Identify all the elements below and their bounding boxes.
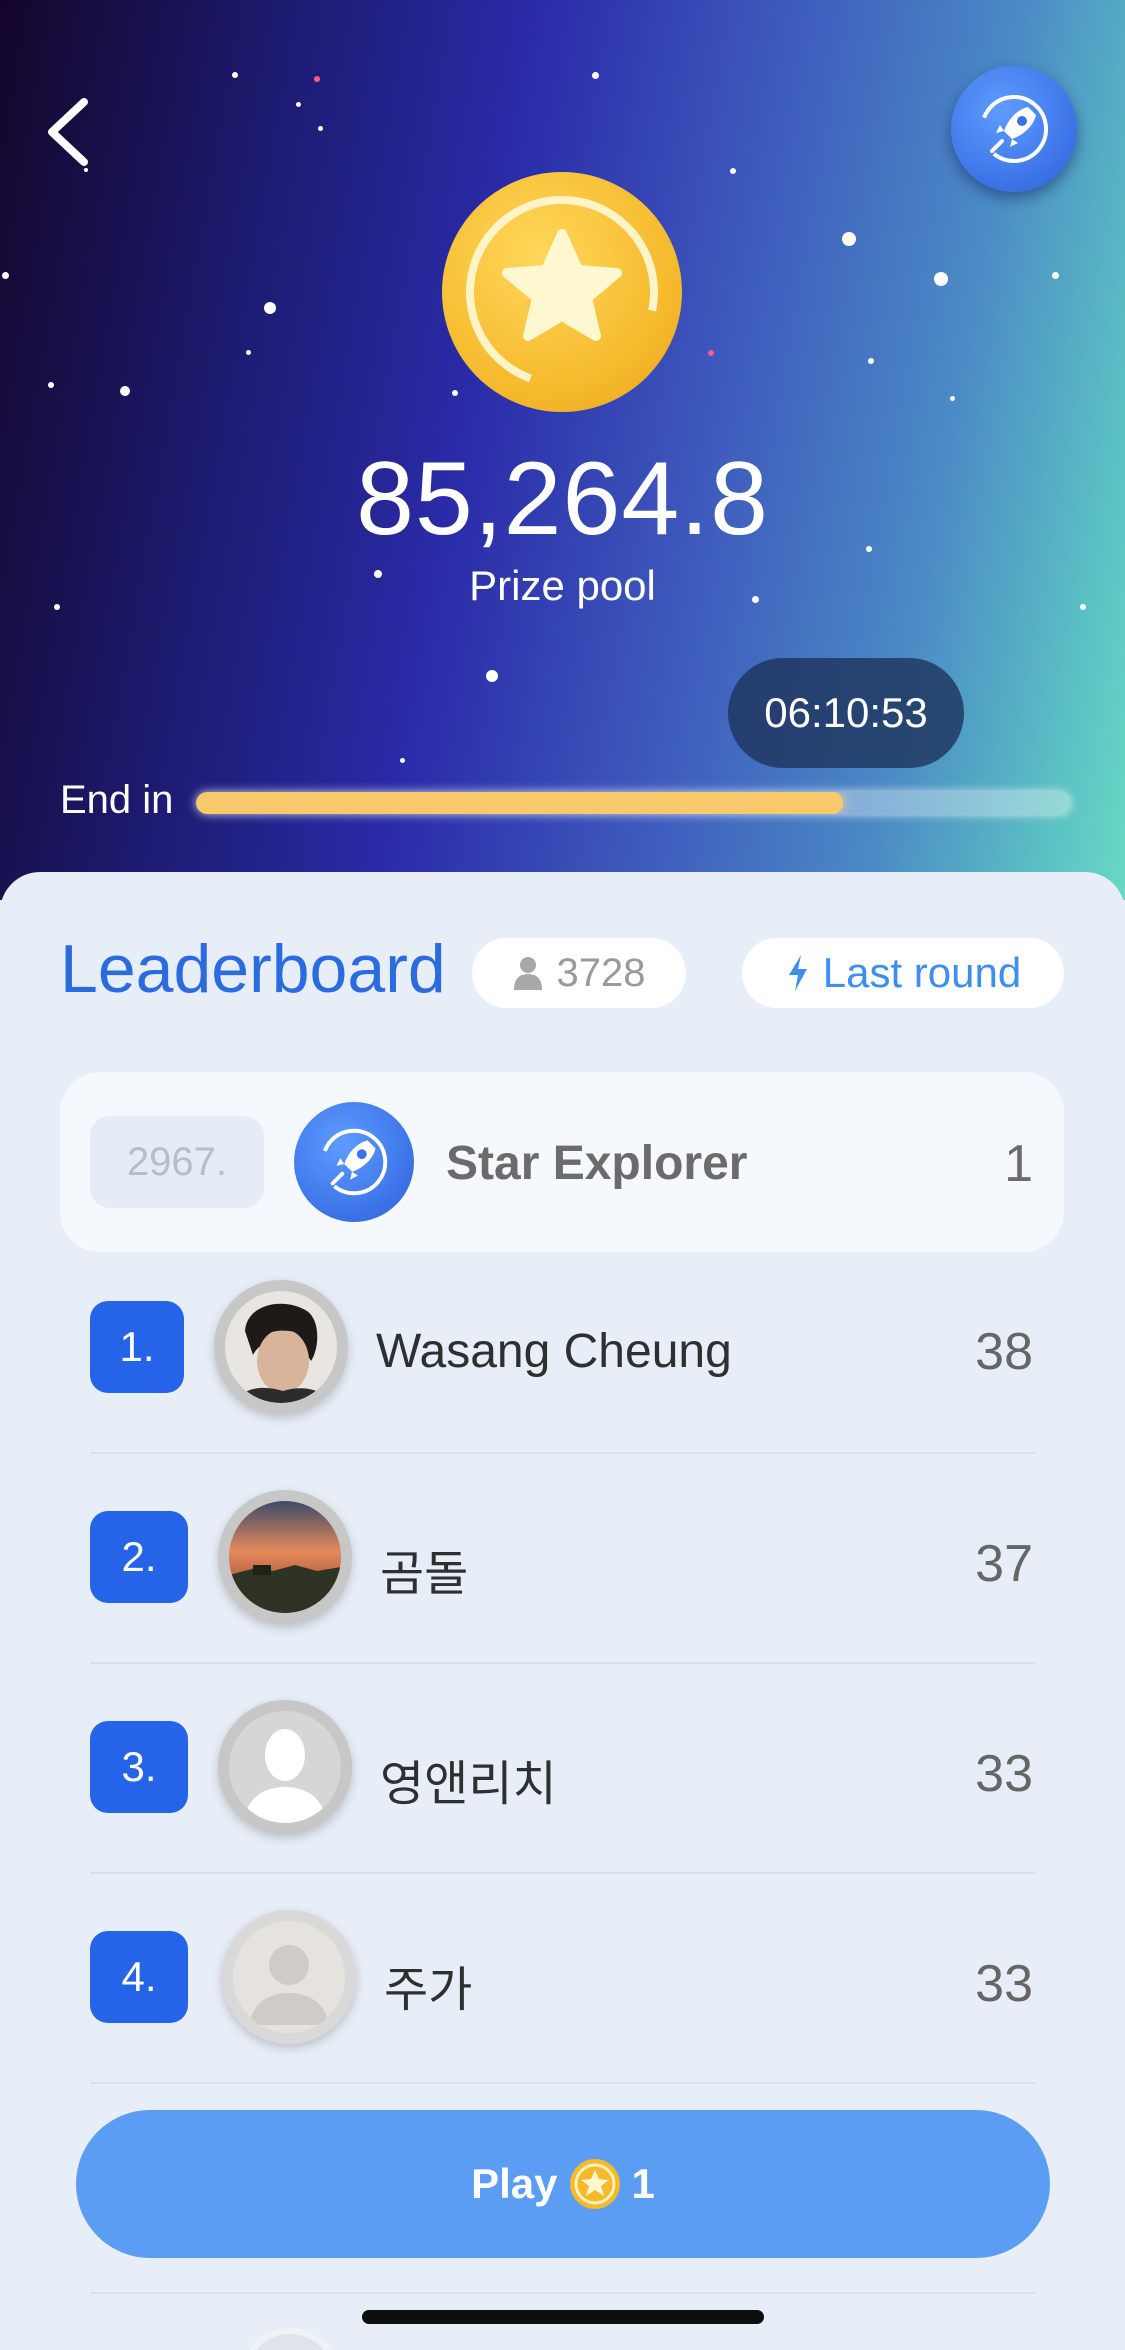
play-cost: 1	[631, 2160, 655, 2207]
home-indicator	[362, 2310, 764, 2324]
rank-badge: 1.	[90, 1301, 184, 1393]
row-divider	[90, 2292, 1035, 2294]
avatar	[222, 1910, 356, 2044]
player-count: 3728	[556, 950, 646, 995]
row-divider	[90, 1662, 1035, 1664]
last-round-label: Last round	[822, 949, 1022, 996]
star-dot	[950, 396, 955, 401]
prize-coin	[442, 172, 682, 412]
player-name: Wasang Cheung	[376, 1325, 732, 1378]
star-dot	[868, 358, 874, 364]
rank-badge: 4.	[90, 1931, 188, 2023]
default-avatar-icon	[229, 1711, 341, 1823]
star-dot	[934, 272, 948, 286]
row-divider	[90, 1872, 1035, 1874]
hero-banner: 85,264.8 Prize pool 06:10:53 End in	[0, 0, 1125, 900]
rank-badge: 3.	[90, 1721, 188, 1813]
my-score: 1	[1004, 1135, 1033, 1193]
avatar	[218, 1490, 352, 1624]
default-avatar-icon	[233, 1921, 345, 2033]
star-dot	[842, 232, 856, 246]
player-name: 영앤리치	[380, 1758, 557, 1811]
star-dot	[730, 168, 736, 174]
leaderboard-row[interactable]: 4. 주가 33	[0, 1882, 1125, 2092]
profile-rocket-button[interactable]	[951, 66, 1077, 192]
my-rank-number: 2967.	[90, 1116, 264, 1208]
star-coin-icon	[569, 2159, 620, 2209]
player-score: 33	[975, 1955, 1033, 2013]
star-coin-icon	[466, 196, 658, 388]
end-in-label: End in	[60, 778, 174, 822]
star-dot	[486, 670, 498, 682]
rocket-icon	[320, 1128, 388, 1196]
play-label: Play	[471, 2160, 558, 2207]
star-dot	[1052, 272, 1059, 279]
leaderboard-row[interactable]: 3. 영앤리치 33	[0, 1672, 1125, 1882]
star-dot	[592, 72, 599, 79]
player-score: 33	[975, 1745, 1033, 1803]
star-dot	[318, 126, 323, 131]
star-dot	[48, 382, 54, 388]
leaderboard-title: Leaderboard	[60, 931, 446, 1007]
row-divider	[90, 1452, 1035, 1454]
player-score: 38	[975, 1323, 1033, 1381]
rank-badge: 2.	[90, 1511, 188, 1603]
star-dot	[314, 76, 320, 82]
leaderboard-row[interactable]: 2. 곰돌 37	[0, 1462, 1125, 1672]
lightning-icon	[788, 955, 807, 991]
chevron-left-icon	[48, 98, 88, 166]
rocket-icon	[980, 95, 1048, 163]
row-divider	[90, 2082, 1035, 2084]
leaderboard-row[interactable]: 1. Wasang Cheung 38	[0, 1252, 1125, 1462]
player-score: 37	[975, 1535, 1033, 1593]
star-dot	[708, 350, 714, 356]
round-progress-bar	[196, 792, 1070, 814]
player-count-badge: 3728	[472, 938, 686, 1008]
my-avatar	[294, 1102, 414, 1222]
round-progress-fill	[196, 792, 843, 814]
star-dot	[246, 350, 251, 355]
star-dot	[232, 72, 238, 78]
avatar-photo	[229, 1501, 341, 1613]
player-name: 주가	[384, 1964, 473, 2017]
my-player-name: Star Explorer	[446, 1137, 748, 1190]
star-dot	[264, 302, 276, 314]
star-dot	[120, 386, 130, 396]
prize-pool-label: Prize pool	[469, 562, 656, 609]
star-dot	[2, 272, 9, 279]
play-button[interactable]: Play 1	[76, 2110, 1050, 2258]
star-dot	[296, 102, 301, 107]
countdown-timer: 06:10:53	[728, 658, 964, 768]
avatar	[218, 1700, 352, 1834]
player-name: 곰돌	[380, 1548, 469, 1601]
avatar-photo	[225, 1291, 337, 1403]
person-icon	[513, 957, 542, 990]
back-button[interactable]	[40, 92, 100, 172]
last-round-button[interactable]: Last round	[742, 938, 1064, 1008]
star-dot	[400, 758, 405, 763]
prize-pool-amount: 85,264.8	[356, 441, 769, 557]
avatar	[214, 1280, 348, 1414]
